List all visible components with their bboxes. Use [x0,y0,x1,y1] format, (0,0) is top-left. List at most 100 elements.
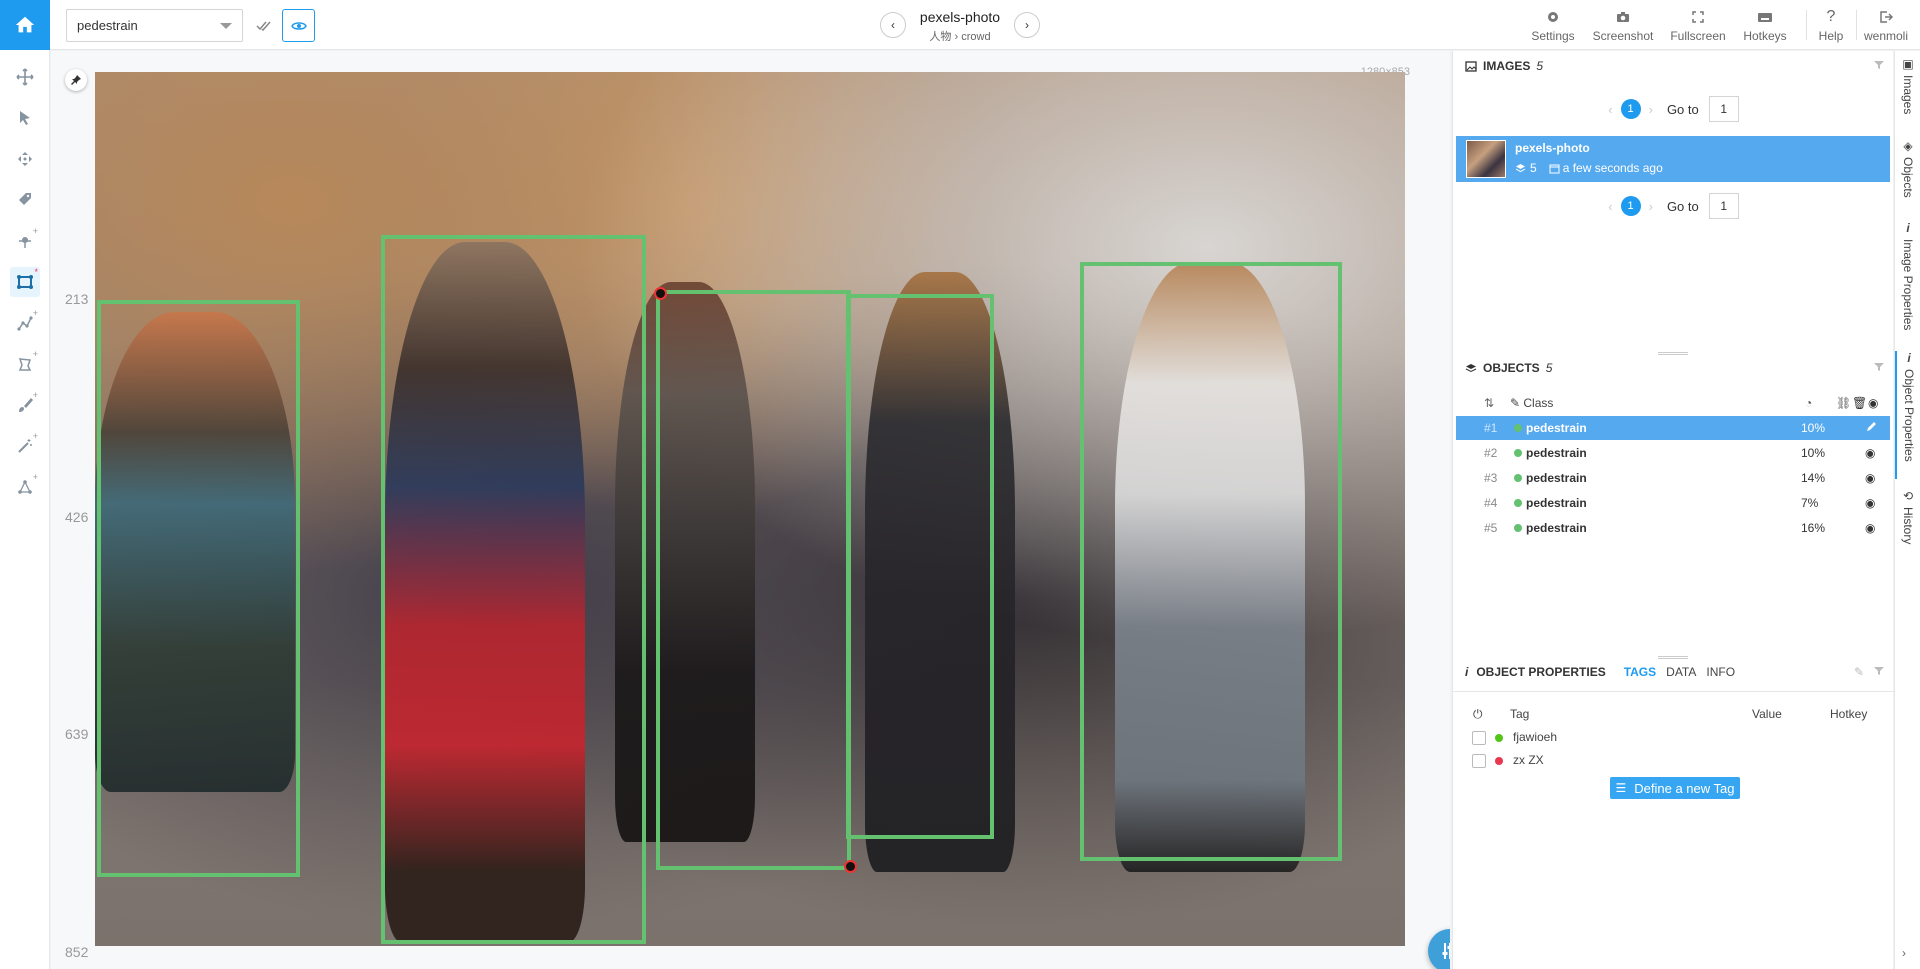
tab-object-properties-label: Object Properties [1902,369,1916,462]
object-row[interactable]: #4 pedestrain 7% ◉ [1456,491,1890,515]
current-page[interactable]: 1 [1620,196,1641,216]
bounding-box-5[interactable] [1080,262,1342,861]
vertical-ruler: 213 426 639 852 [51,51,93,969]
divider [1806,10,1807,40]
home-button[interactable] [0,0,50,50]
tab-objects-label: Objects [1901,157,1915,198]
trash-icon[interactable]: 🗑 [1852,396,1867,410]
tab-image-properties[interactable]: i Image Properties [1895,221,1920,341]
adjust-image-button[interactable] [1428,929,1450,969]
image-list-item[interactable]: pexels-photo 5 a few seconds ago [1456,136,1890,182]
panel-resize-handle[interactable] [1658,656,1688,659]
object-row[interactable]: #3 pedestrain 14% ◉ [1456,466,1890,490]
pin-button[interactable] [65,69,87,91]
edit-icon[interactable]: ✎ [1854,665,1864,679]
bounding-box-3-selected[interactable] [656,290,851,870]
object-row[interactable]: #2 pedestrain 10% ◉ [1456,441,1890,465]
image-navigator: ‹ pexels-photo 人物 › crowd › [880,6,1040,46]
goto-input[interactable]: 1 [1708,96,1739,122]
object-properties-header: i OBJECT PROPERTIES TAGS DATA INFO ✎ [1453,660,1894,684]
breadcrumb-part[interactable]: crowd [961,31,990,43]
brush-tool[interactable]: + [10,390,40,420]
tag-row[interactable]: fjawioeh [1453,727,1894,749]
tag-tool[interactable] [10,185,40,215]
tab-data[interactable]: DATA [1666,665,1696,679]
bounding-box-2[interactable] [381,235,646,944]
filter-icon[interactable] [1874,361,1884,375]
check-all-button[interactable] [247,9,280,42]
tag-checkbox[interactable] [1472,731,1486,745]
resize-handle-bottom-right[interactable] [844,860,857,873]
tab-object-properties[interactable]: i Object Properties [1895,351,1920,479]
vertical-tab-bar: ▣ Images ◈ Objects i Image Properties i … [1894,51,1920,969]
tag-row[interactable]: zx ZX [1453,750,1894,772]
bounding-box-4[interactable] [846,294,994,839]
point-tool[interactable]: + [10,226,40,256]
sort-icon[interactable]: ⇅ [1484,396,1494,410]
tab-images[interactable]: ▣ Images [1895,57,1920,127]
annotated-image[interactable] [95,72,1405,946]
skeleton-tool[interactable]: + [10,472,40,502]
resize-handle-top-left[interactable] [654,287,667,300]
current-page[interactable]: 1 [1620,99,1641,119]
object-class: pedestrain [1526,446,1587,460]
visibility-toggle-button[interactable] [282,9,315,42]
polygon-tool[interactable]: + [10,349,40,379]
chevron-right-icon[interactable]: › [1649,102,1653,117]
tab-history[interactable]: ⟲ History [1895,489,1920,565]
fullscreen-button[interactable]: Fullscreen [1666,8,1730,43]
chevron-right-icon[interactable]: › [1902,946,1906,960]
image-object-count: 5 [1530,161,1537,175]
tab-tags[interactable]: TAGS [1624,665,1656,679]
value-column-header: Value [1752,707,1782,721]
brush-icon [19,398,33,412]
tag-checkbox[interactable] [1472,754,1486,768]
pan-tool[interactable] [10,144,40,174]
object-row[interactable]: #5 pedestrain 16% ◉ [1456,516,1890,540]
settings-button[interactable]: Settings [1530,8,1576,43]
eye-icon[interactable]: ◉ [1865,496,1875,510]
filter-icon[interactable] [1874,665,1884,679]
class-select[interactable]: pedestrain [66,9,243,42]
chevron-right-icon[interactable]: › [1649,199,1653,214]
logout-button[interactable]: wenmoli [1860,8,1912,43]
select-tool[interactable] [10,103,40,133]
next-image-button[interactable]: › [1014,12,1040,38]
object-row[interactable]: #1 pedestrain 10% [1456,416,1890,440]
object-index: #1 [1484,421,1498,435]
images-pager-bottom: ‹ 1 › Go to 1 [1453,193,1894,219]
breadcrumb-part[interactable]: 人物 [929,31,951,43]
chevron-down-icon [220,23,232,29]
skeleton-icon [18,480,32,494]
class-color-dot [1514,424,1522,432]
magic-tool[interactable]: + [10,431,40,461]
polyline-tool[interactable]: + [10,308,40,338]
tab-info[interactable]: INFO [1706,665,1735,679]
panel-resize-handle[interactable] [1658,352,1688,355]
filter-icon[interactable] [1874,59,1884,73]
chevron-left-icon[interactable]: ‹ [1608,102,1612,117]
tab-objects[interactable]: ◈ Objects [1895,139,1920,209]
screenshot-button[interactable]: Screenshot [1590,8,1656,43]
tool-superscript: + [32,308,38,318]
hotkeys-button[interactable]: Hotkeys [1740,8,1790,43]
link-icon[interactable]: ⛓ [1836,396,1851,410]
move-tool[interactable] [10,62,40,92]
rectangle-tool[interactable]: * [10,267,40,297]
bounding-box-1[interactable] [97,300,300,877]
tag-icon [19,193,31,205]
eye-icon[interactable]: ◉ [1865,446,1875,460]
tool-superscript: + [32,349,38,359]
tool-superscript: * [34,267,38,277]
eye-icon[interactable]: ◉ [1868,396,1878,410]
help-button[interactable]: ? Help [1816,8,1846,43]
image-thumbnail [1466,140,1506,178]
double-check-icon [255,21,271,31]
eye-icon[interactable]: ◉ [1865,521,1875,535]
pencil-icon[interactable] [1865,421,1877,436]
define-new-tag-button[interactable]: ☰ Define a new Tag [1610,777,1740,799]
goto-input[interactable]: 1 [1708,193,1739,219]
eye-icon[interactable]: ◉ [1865,471,1875,485]
chevron-left-icon[interactable]: ‹ [1608,199,1612,214]
annotation-canvas[interactable]: 213 426 639 852 1280×853 [51,51,1450,969]
